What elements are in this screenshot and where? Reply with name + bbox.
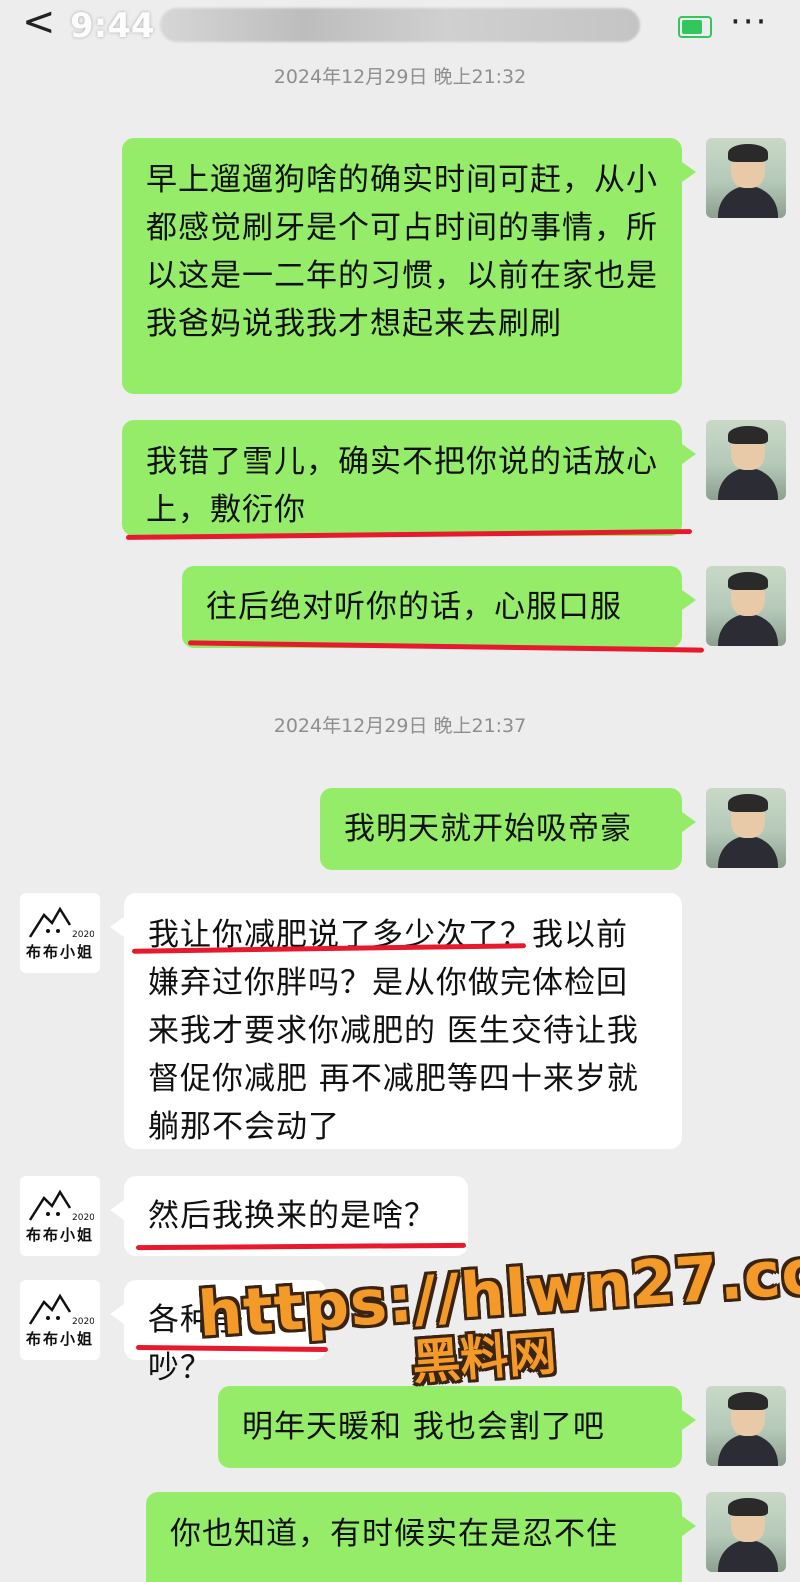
svg-text:2020: 2020 (72, 1213, 94, 1223)
my-avatar[interactable] (706, 1386, 786, 1466)
svg-text:2020: 2020 (72, 1317, 94, 1327)
contact-avatar[interactable]: 2020 布布小姐 (20, 893, 100, 973)
contact-avatar[interactable]: 2020 布布小姐 (20, 1280, 100, 1360)
status-bar: < 9:44 ··· (0, 0, 800, 50)
my-message-bubble[interactable]: 你也知道，有时候实在是忍不住 (146, 1492, 696, 1582)
my-message-bubble[interactable]: 我错了雪儿，确实不把你说的话放心上，敷衍你 (122, 420, 696, 536)
contact-logo-text: 布布小姐 (25, 1330, 94, 1348)
my-avatar[interactable] (706, 788, 786, 868)
site-watermark: https://hlwn27.com 黑料网 (196, 1230, 800, 1406)
battery-icon (678, 16, 712, 38)
cat-logo-icon: 2020 (28, 906, 94, 940)
more-options-icon[interactable]: ··· (730, 2, 768, 42)
contact-avatar[interactable]: 2020 布布小姐 (20, 1176, 100, 1256)
cat-logo-icon: 2020 (28, 1293, 94, 1327)
my-message-bubble[interactable]: 往后绝对听你的话，心服口服 (182, 566, 696, 648)
cat-logo-icon: 2020 (28, 1189, 94, 1223)
contact-logo-text: 布布小姐 (25, 1226, 94, 1244)
chat-timestamp: 2024年12月29日 晚上21:37 (273, 715, 527, 737)
status-time: 9:44 (70, 6, 155, 46)
my-message-bubble[interactable]: 早上遛遛狗啥的确实时间可赶，从小都感觉刷牙是个可占时间的事情，所以这是一二年的习… (122, 138, 696, 394)
back-arrow-icon[interactable]: < (22, 2, 56, 42)
blurred-contact-name (160, 8, 640, 42)
my-message-bubble[interactable]: 我明天就开始吸帝豪 (320, 788, 696, 870)
my-avatar[interactable] (706, 420, 786, 500)
my-avatar[interactable] (706, 566, 786, 646)
chat-timestamp: 2024年12月29日 晚上21:32 (273, 66, 527, 88)
my-avatar[interactable] (706, 1492, 786, 1572)
my-avatar[interactable] (706, 138, 786, 218)
their-message-bubble[interactable]: 我让你减肥说了多少次了？我以前嫌弃过你胖吗？是从你做完体检回来我才要求你减肥的 … (110, 893, 682, 1149)
svg-text:2020: 2020 (72, 930, 94, 940)
contact-logo-text: 布布小姐 (25, 943, 94, 961)
